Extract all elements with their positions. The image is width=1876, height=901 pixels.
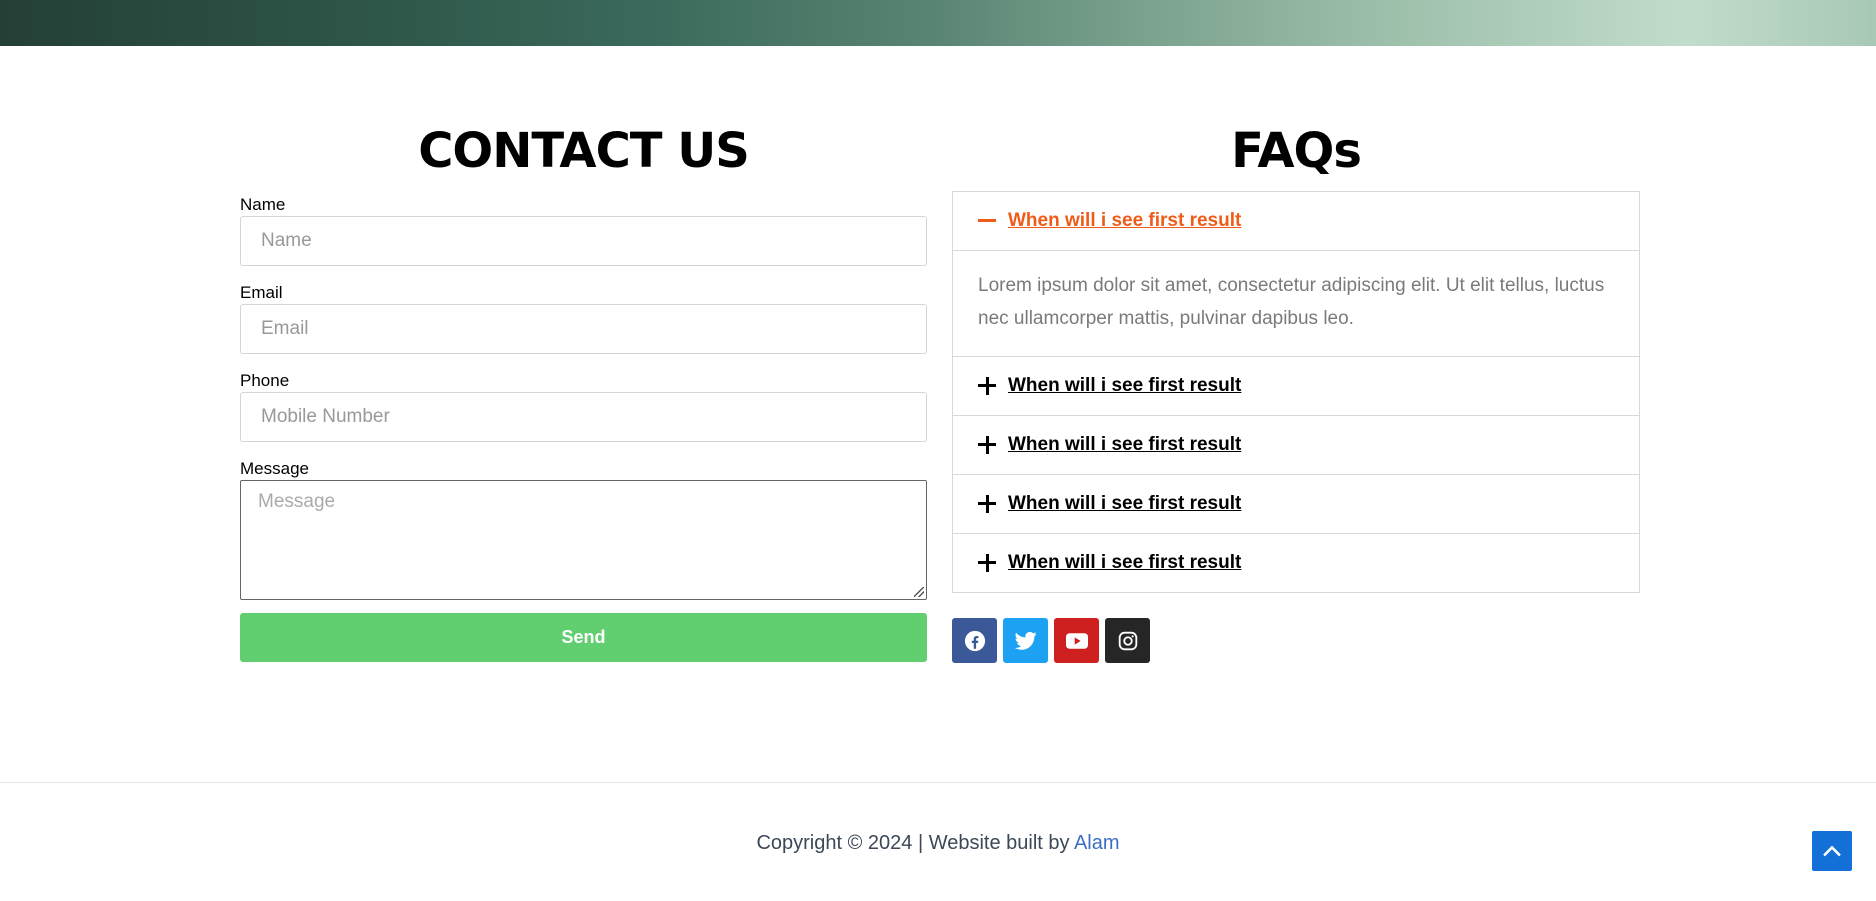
faq-toggle[interactable]: When will i see first result <box>953 357 1639 415</box>
name-label: Name <box>240 195 286 214</box>
name-placeholder: Name <box>261 230 312 251</box>
faq-item: When will i see first result <box>953 415 1639 474</box>
send-button[interactable]: Send <box>240 613 927 662</box>
faq-answer: Lorem ipsum dolor sit amet, consectetur … <box>953 250 1639 356</box>
twitter-icon <box>1014 631 1037 650</box>
plus-icon <box>978 377 996 395</box>
chevron-up-icon <box>1823 845 1841 857</box>
faq-question[interactable]: When will i see first result <box>1008 375 1241 397</box>
instagram-button[interactable] <box>1105 618 1150 663</box>
facebook-icon <box>964 630 985 651</box>
social-icons <box>952 618 1640 663</box>
faq-item: When will i see first result <box>953 474 1639 533</box>
contact-section: CONTACT US Name Name Email Email Phone M… <box>240 110 927 662</box>
youtube-button[interactable] <box>1054 618 1099 663</box>
facebook-button[interactable] <box>952 618 997 663</box>
back-to-top-button[interactable] <box>1812 831 1852 871</box>
faq-section: FAQs When will i see first result Lorem … <box>952 110 1640 663</box>
hero-banner-strip <box>0 0 1876 46</box>
faq-item: When will i see first result Lorem ipsum… <box>953 192 1639 356</box>
footer-divider <box>0 782 1876 783</box>
faq-item: When will i see first result <box>953 356 1639 415</box>
message-label: Message <box>240 459 309 478</box>
name-field[interactable]: Name <box>240 216 927 266</box>
faq-question[interactable]: When will i see first result <box>1008 493 1241 515</box>
email-field[interactable]: Email <box>240 304 927 354</box>
faq-toggle[interactable]: When will i see first result <box>953 192 1639 250</box>
contact-title: CONTACT US <box>418 123 750 179</box>
faq-toggle[interactable]: When will i see first result <box>953 534 1639 592</box>
faq-accordion: When will i see first result Lorem ipsum… <box>952 191 1640 593</box>
message-placeholder: Message <box>258 491 336 512</box>
phone-field[interactable]: Mobile Number <box>240 392 927 442</box>
author-link[interactable]: Alam <box>1074 832 1120 854</box>
contact-form: Name Name Email Email Phone Mobile Numbe… <box>240 194 927 662</box>
resize-handle-icon[interactable] <box>914 587 924 597</box>
email-placeholder: Email <box>261 318 309 339</box>
instagram-icon <box>1118 631 1137 650</box>
footer-copyright: Copyright © 2024 | Website built by Alam <box>0 832 1876 855</box>
faq-title: FAQs <box>1231 123 1362 179</box>
faq-question[interactable]: When will i see first result <box>1008 210 1241 232</box>
twitter-button[interactable] <box>1003 618 1048 663</box>
faq-question[interactable]: When will i see first result <box>1008 552 1241 574</box>
minus-icon <box>978 212 996 230</box>
message-field[interactable]: Message <box>240 480 927 600</box>
plus-icon <box>978 554 996 572</box>
email-label: Email <box>240 283 283 302</box>
youtube-icon <box>1065 632 1088 649</box>
phone-label: Phone <box>240 371 290 390</box>
faq-toggle[interactable]: When will i see first result <box>953 416 1639 474</box>
copyright-text: Copyright © 2024 | Website built by <box>756 832 1074 854</box>
faq-toggle[interactable]: When will i see first result <box>953 475 1639 533</box>
plus-icon <box>978 495 996 513</box>
phone-placeholder: Mobile Number <box>261 406 390 427</box>
plus-icon <box>978 436 996 454</box>
faq-question[interactable]: When will i see first result <box>1008 434 1241 456</box>
faq-item: When will i see first result <box>953 533 1639 592</box>
